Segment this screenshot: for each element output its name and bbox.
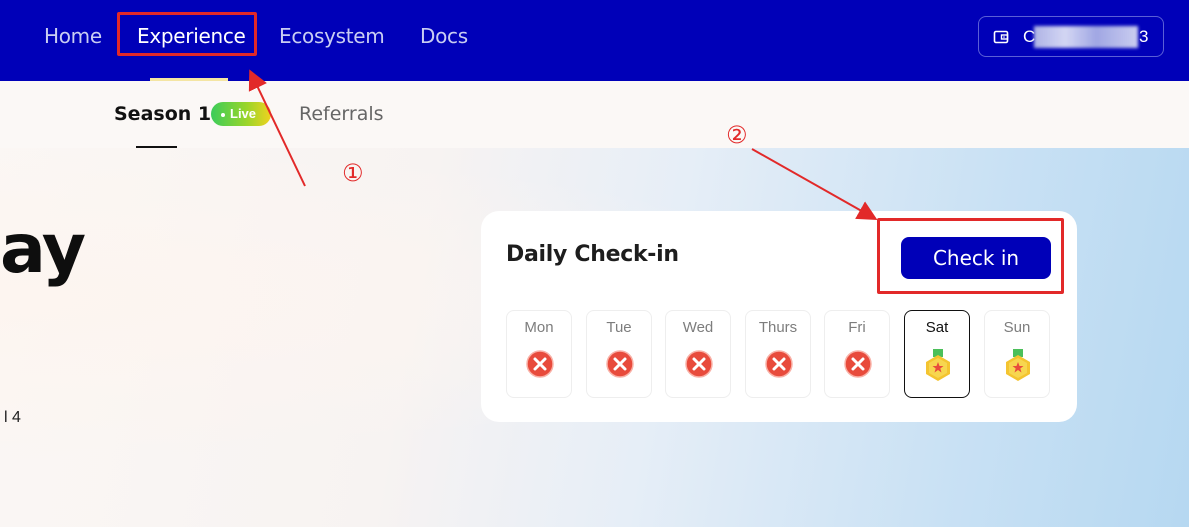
annotation-marker-2: ② (726, 121, 748, 149)
arrow-to-check-in (751, 148, 878, 220)
annotation-arrows (248, 69, 878, 220)
arrow-to-experience (248, 69, 306, 187)
annotation-marker-1: ① (342, 159, 364, 187)
